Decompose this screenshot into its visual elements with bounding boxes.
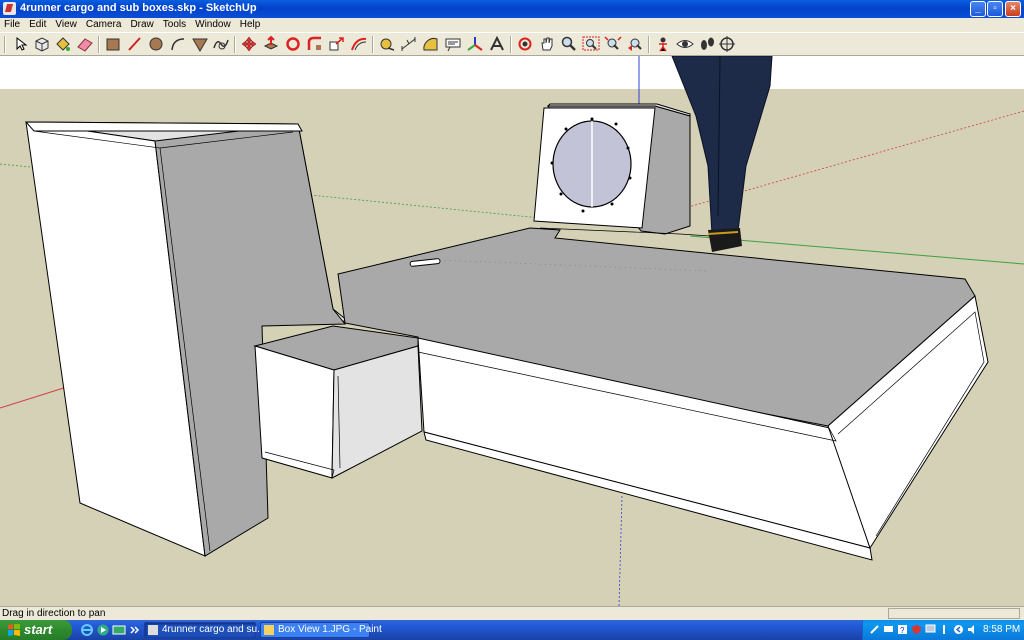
select-icon[interactable] bbox=[12, 36, 30, 52]
zoom-window-icon[interactable] bbox=[582, 36, 600, 52]
taskbar-task-paint[interactable]: Box View 1.JPG - Paint bbox=[260, 622, 382, 638]
tray-signal-icon[interactable] bbox=[939, 624, 950, 635]
scale-icon[interactable] bbox=[328, 36, 346, 52]
rotate-icon[interactable] bbox=[284, 36, 302, 52]
component-icon[interactable] bbox=[33, 36, 51, 52]
model-viewport[interactable] bbox=[0, 56, 1024, 606]
minimize-button[interactable]: _ bbox=[970, 1, 986, 17]
line-icon[interactable] bbox=[126, 36, 144, 52]
dimension-icon[interactable] bbox=[400, 36, 418, 52]
previous-view-icon[interactable] bbox=[626, 36, 644, 52]
tray-help-icon[interactable]: ? bbox=[897, 624, 908, 635]
task-label: 4runner cargo and su... bbox=[162, 624, 266, 635]
svg-text:?: ? bbox=[900, 626, 905, 635]
paint-task-icon bbox=[264, 625, 274, 635]
toolbar-grip[interactable] bbox=[4, 36, 6, 53]
model-canvas[interactable] bbox=[0, 56, 1024, 606]
polygon-icon[interactable] bbox=[191, 36, 209, 52]
ie-icon[interactable] bbox=[80, 623, 94, 637]
show-desktop-icon[interactable] bbox=[112, 623, 126, 637]
offset-icon[interactable] bbox=[350, 36, 368, 52]
close-icon: × bbox=[1010, 3, 1016, 14]
eraser-icon[interactable] bbox=[76, 36, 94, 52]
taskbar: start 4runner cargo and su... Box View 1… bbox=[0, 620, 1024, 640]
tape-measure-icon[interactable] bbox=[378, 36, 396, 52]
freehand-icon[interactable] bbox=[212, 36, 230, 52]
push-pull-icon[interactable] bbox=[262, 36, 280, 52]
menu-help[interactable]: Help bbox=[236, 18, 266, 32]
arc-icon[interactable] bbox=[169, 36, 187, 52]
start-button[interactable]: start bbox=[0, 620, 72, 640]
menu-file[interactable]: File bbox=[0, 18, 25, 32]
sketchup-app-icon bbox=[3, 2, 16, 15]
rectangle-icon[interactable] bbox=[104, 36, 122, 52]
tray-tool-icon[interactable] bbox=[869, 624, 880, 635]
menu-camera[interactable]: Camera bbox=[82, 18, 127, 32]
measurements-box[interactable] bbox=[888, 608, 1020, 619]
axes-icon[interactable] bbox=[466, 36, 484, 52]
windows-flag-icon bbox=[8, 624, 20, 636]
menu-bar: File Edit View Camera Draw Tools Window … bbox=[0, 18, 1024, 32]
system-tray: ? 8:58 PM bbox=[862, 620, 1024, 640]
quicklaunch-more-icon[interactable] bbox=[128, 623, 142, 637]
status-bar: Drag in direction to pan bbox=[0, 606, 1024, 620]
toolbar bbox=[0, 32, 1024, 56]
menu-window[interactable]: Window bbox=[191, 18, 236, 32]
close-button[interactable]: × bbox=[1005, 1, 1021, 17]
status-message: Drag in direction to pan bbox=[2, 608, 106, 619]
tray-security-icon[interactable] bbox=[911, 624, 922, 635]
taskbar-task-sketchup[interactable]: 4runner cargo and su... bbox=[144, 622, 265, 638]
paint-bucket-icon[interactable] bbox=[54, 36, 72, 52]
start-label: start bbox=[24, 622, 53, 637]
orbit-icon[interactable] bbox=[516, 36, 534, 52]
zoom-icon[interactable] bbox=[560, 36, 578, 52]
text-icon[interactable] bbox=[444, 36, 462, 52]
task-label: Box View 1.JPG - Paint bbox=[278, 624, 382, 635]
menu-draw[interactable]: Draw bbox=[126, 18, 158, 32]
minimize-icon: _ bbox=[975, 3, 981, 14]
position-camera-icon[interactable] bbox=[654, 36, 672, 52]
clock[interactable]: 8:58 PM bbox=[983, 620, 1020, 640]
protractor-icon[interactable] bbox=[422, 36, 440, 52]
3d-text-icon[interactable] bbox=[488, 36, 506, 52]
menu-tools[interactable]: Tools bbox=[159, 18, 191, 32]
title-bar[interactable]: 4runner cargo and sub boxes.skp - Sketch… bbox=[0, 0, 1024, 18]
follow-me-icon[interactable] bbox=[306, 36, 324, 52]
restore-icon: ▫ bbox=[993, 3, 997, 14]
subwoofer-box[interactable] bbox=[533, 103, 691, 235]
menu-view[interactable]: View bbox=[51, 18, 82, 32]
walk-icon[interactable] bbox=[698, 36, 716, 52]
window-title: 4runner cargo and sub boxes.skp - Sketch… bbox=[20, 2, 257, 14]
tray-speaker-icon[interactable] bbox=[967, 624, 978, 635]
media-player-icon[interactable] bbox=[96, 623, 110, 637]
sky bbox=[0, 56, 1024, 89]
move-icon[interactable] bbox=[240, 36, 258, 52]
zoom-extents-icon[interactable] bbox=[604, 36, 622, 52]
maximize-button[interactable]: ▫ bbox=[987, 1, 1003, 17]
pan-icon[interactable] bbox=[538, 36, 556, 52]
tray-network-icon[interactable] bbox=[883, 624, 894, 635]
circle-icon[interactable] bbox=[147, 36, 165, 52]
tray-monitor-icon[interactable] bbox=[925, 624, 936, 635]
look-around-icon[interactable] bbox=[676, 36, 694, 52]
menu-edit[interactable]: Edit bbox=[25, 18, 51, 32]
tray-back-icon[interactable] bbox=[953, 624, 964, 635]
section-plane-icon[interactable] bbox=[718, 36, 736, 52]
sketchup-task-icon bbox=[148, 625, 158, 635]
